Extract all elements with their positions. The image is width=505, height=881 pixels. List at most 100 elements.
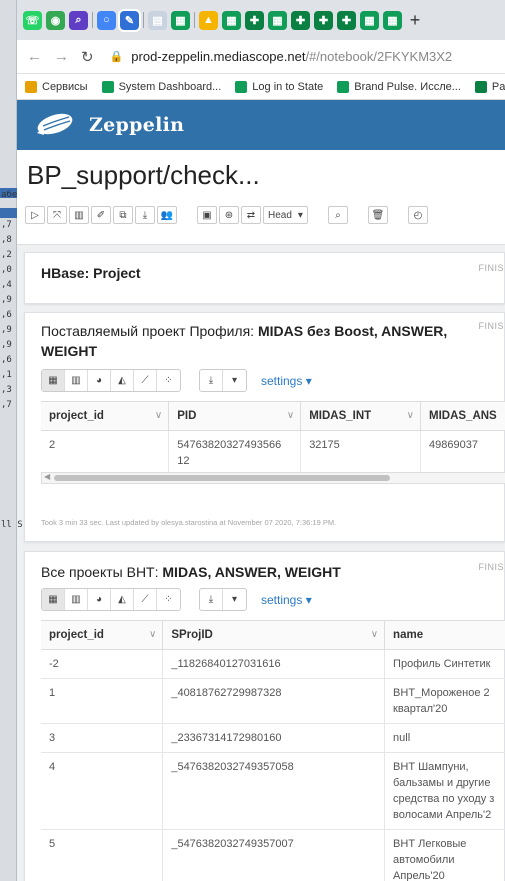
table-cell: 3 [41, 723, 164, 753]
plus-sheet-icon[interactable]: ✚ [314, 10, 333, 30]
whatsapp-icon[interactable]: ☏ [23, 10, 42, 30]
sheet-icon[interactable]: ▦ [171, 10, 190, 30]
clone-note-icon[interactable]: ⧉ [113, 206, 133, 224]
scheduler-icon[interactable]: ◴ [407, 206, 428, 224]
maps-icon[interactable]: ◉ [46, 10, 65, 30]
head-select[interactable]: Head ▾ [263, 206, 308, 224]
line-chart-icon[interactable]: ⟋ [134, 370, 157, 391]
url-field[interactable]: 🔒 prod-zeppelin.mediascope.net/#/noteboo… [110, 49, 453, 64]
column-header[interactable]: MIDAS_ANS [420, 401, 505, 431]
trash-icon[interactable]: 🗑 [367, 206, 388, 224]
users-icon[interactable]: 👥 [157, 206, 177, 224]
plus-sheet-icon[interactable]: ✚ [245, 10, 264, 30]
column-header[interactable]: name [384, 620, 505, 650]
bg-line: ,6 [1, 355, 12, 365]
caret-down-icon[interactable]: ▾ [223, 589, 246, 610]
table-icon[interactable]: ▦ [42, 370, 65, 391]
commit-icon[interactable]: ⊛ [219, 206, 239, 224]
bookmark-item[interactable]: System Dashboard... [101, 80, 221, 93]
search-icon[interactable]: ⌕ [69, 10, 88, 30]
show-hide-output-icon[interactable]: ▥ [69, 206, 89, 224]
column-header[interactable]: project_id ∨ [41, 620, 164, 650]
table-cell: _40818762729987328 [162, 678, 386, 724]
column-header[interactable]: project_id ∨ [41, 401, 170, 431]
table-row: 3 _23367314172980160 null [41, 723, 505, 753]
scroll-left-icon[interactable]: ◀ [44, 472, 50, 481]
table-cell: 5 [41, 829, 164, 881]
back-icon[interactable]: ← [27, 48, 42, 65]
area-chart-icon[interactable]: ◭ [111, 589, 134, 610]
scrollbar-thumb[interactable] [54, 475, 390, 481]
table-cell: 54763820327493566 12 [168, 430, 302, 476]
line-chart-icon[interactable]: ⟋ [134, 589, 157, 610]
bg-line: ,6 [1, 310, 12, 320]
sheet-icon [235, 80, 248, 93]
download-icon[interactable]: ⤓ [200, 589, 223, 610]
table-cell: _23367314172980160 [162, 723, 386, 753]
table-cell: ВНТ Легковые автомобили Апрель'20 [384, 829, 505, 881]
plus-sheet-icon[interactable]: ✚ [291, 10, 310, 30]
bookmark-item[interactable]: Log in to State [235, 80, 323, 93]
table-cell: 49869037 [420, 430, 505, 476]
sort-caret-icon[interactable]: ∨ [149, 629, 156, 640]
zeppelin-brand[interactable]: Zeppelin [89, 114, 184, 136]
sort-caret-icon[interactable]: ∨ [287, 410, 294, 421]
export-note-icon[interactable]: ⤓ [135, 206, 155, 224]
reload-icon[interactable]: ↻ [81, 48, 94, 66]
sort-caret-icon[interactable]: ∨ [407, 410, 414, 421]
scatter-chart-icon[interactable]: ⁘ [157, 370, 180, 391]
bg-sidebar-label: ll S [1, 520, 23, 530]
zeppelin-header: Zeppelin [17, 100, 505, 150]
bg-line: ,7 [1, 220, 12, 230]
plus-sheet-icon[interactable]: ✚ [337, 10, 356, 30]
bookmark-item[interactable]: Pa [474, 80, 505, 93]
horizontal-scrollbar[interactable]: ◀ [41, 472, 505, 484]
viz-group: ▦ ▥ ◕ ◭ ⟋ ⁘ [41, 369, 181, 392]
notebook-title[interactable]: BP_support/check... [27, 160, 260, 191]
forward-icon[interactable]: → [54, 48, 69, 65]
sheet-icon[interactable]: ▦ [360, 10, 379, 30]
zeppelin-logo-icon[interactable] [31, 111, 75, 139]
paragraph-status: FINIS [478, 321, 504, 331]
download-icon[interactable]: ⤓ [200, 370, 223, 391]
paragraph-hbase[interactable]: HBase: Project FINIS [24, 252, 505, 304]
show-hide-code-icon[interactable]: ⤧ [47, 206, 67, 224]
sort-caret-icon[interactable]: ∨ [155, 410, 162, 421]
doc-icon[interactable]: ▤ [148, 10, 167, 30]
new-tab-icon[interactable]: + [406, 10, 424, 30]
circle-icon[interactable]: ○ [97, 10, 116, 30]
sheet-icon[interactable]: ▦ [268, 10, 287, 30]
table-icon[interactable]: ▦ [42, 589, 65, 610]
sheet-icon[interactable]: ▦ [222, 10, 241, 30]
column-header[interactable]: PID ∨ [168, 401, 302, 431]
bookmark-item[interactable]: Brand Pulse. Иссле... [337, 80, 461, 93]
area-chart-icon[interactable]: ◭ [111, 370, 134, 391]
scatter-chart-icon[interactable]: ⁘ [157, 589, 180, 610]
compare-icon[interactable]: ⇄ [241, 206, 261, 224]
column-header[interactable]: MIDAS_INT ∨ [300, 401, 421, 431]
settings-link[interactable]: settings ▾ [261, 374, 312, 388]
pie-chart-icon[interactable]: ◕ [88, 589, 111, 610]
caret-down-icon[interactable]: ▾ [223, 370, 246, 391]
result-table: project_id ∨ PID ∨ MIDAS_INT ∨ MIDAS_ANS 2 5476… [41, 401, 505, 476]
bookmark-apps[interactable]: Сервисы [25, 80, 88, 93]
pie-chart-icon[interactable]: ◕ [88, 370, 111, 391]
settings-link[interactable]: settings ▾ [261, 593, 312, 607]
version-icon[interactable]: ▣ [197, 206, 217, 224]
paragraph-profile-project[interactable]: Поставляемый проект Профиля: MIDAS без B… [24, 312, 505, 542]
sheet-icon[interactable]: ▦ [383, 10, 402, 30]
clear-output-icon[interactable]: ✐ [91, 206, 111, 224]
paragraph-all-projects[interactable]: Все проекты ВНТ: MIDAS, ANSWER, WEIGHT F… [24, 551, 505, 881]
zeppelin-tab-icon[interactable]: ✎ [118, 8, 141, 32]
drive-icon[interactable]: ▲ [199, 10, 218, 30]
paragraph-title: Поставляемый проект Профиля: MIDAS без B… [41, 323, 448, 359]
search-code-icon[interactable]: ⌕ [327, 206, 348, 224]
bar-chart-icon[interactable]: ▥ [65, 370, 88, 391]
sheet-icon [474, 80, 487, 93]
column-header[interactable]: SProjID ∨ [162, 620, 386, 650]
bar-chart-icon[interactable]: ▥ [65, 589, 88, 610]
sort-caret-icon[interactable]: ∨ [371, 629, 378, 640]
run-all-icon[interactable]: ▷ [25, 206, 45, 224]
table-cell: _5476382032749357007 [162, 829, 386, 881]
tab-separator [194, 12, 195, 28]
